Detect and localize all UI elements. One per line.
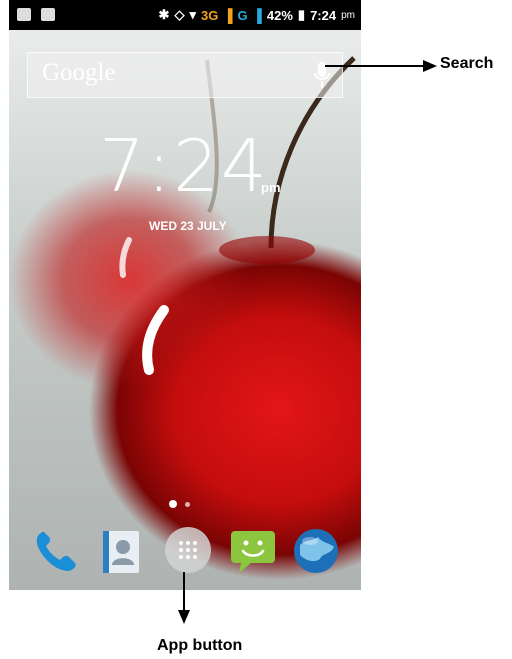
app-button-annotation-label: App button (157, 637, 243, 654)
search-arrow-head (423, 60, 437, 72)
search-annotation-label: Search (440, 55, 494, 72)
annotation-overlay (178, 60, 437, 624)
app-arrow-head (178, 610, 190, 624)
